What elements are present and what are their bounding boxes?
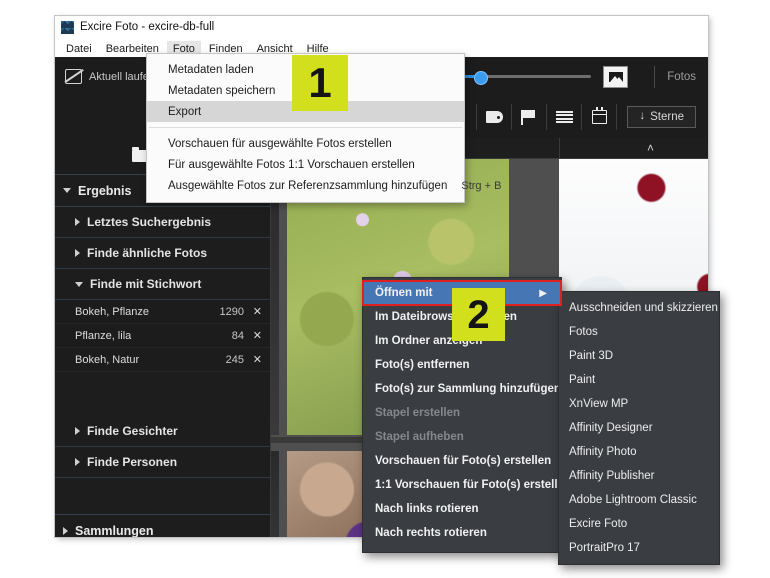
thumbnail-size-button[interactable]: [603, 65, 629, 88]
submenu-item-fotos[interactable]: Fotos: [559, 320, 719, 344]
menu-item-referenzsammlung-hinzufuegen[interactable]: Ausgewählte Fotos zur Referenzsammlung h…: [147, 175, 501, 196]
sidebar-item-letztes-suchergebnis[interactable]: Letztes Suchergebnis: [55, 207, 270, 238]
sidebar-item-label: Letztes Suchergebnis: [87, 215, 212, 229]
sidebar-spacer: [55, 372, 270, 416]
tag-icon: [485, 111, 503, 123]
no-scan-icon: [64, 68, 84, 84]
submenu-item-affinity-photo[interactable]: Affinity Photo: [559, 440, 719, 464]
app-logo-icon: [61, 20, 74, 34]
close-icon[interactable]: ✕: [244, 305, 262, 318]
sidebar-item-label: Finde ähnliche Fotos: [87, 246, 208, 260]
sidebar-item-label: Finde Personen: [87, 455, 178, 469]
chevron-up-icon[interactable]: ˄: [647, 142, 654, 154]
context-item-fotos-entfernen[interactable]: Foto(s) entfernen: [363, 353, 561, 377]
menu-item-1-1-vorschauen-erstellen[interactable]: Für ausgewählte Fotos 1:1 Vorschauen ers…: [147, 154, 464, 175]
calendar-icon: [591, 107, 607, 124]
context-item-zur-sammlung-hinzufuegen[interactable]: Foto(s) zur Sammlung hinzufügen ▶: [363, 377, 568, 401]
keyword-count: 245: [225, 353, 244, 366]
context-item-nach-rechts-rotieren[interactable]: Nach rechts rotieren: [363, 521, 561, 545]
list-icon: [555, 111, 573, 123]
chevron-down-icon: [75, 281, 83, 287]
context-item-nach-links-rotieren[interactable]: Nach links rotieren: [363, 497, 561, 521]
tag-button[interactable]: [477, 96, 511, 138]
open-with-submenu: Ausschneiden und skizzieren Fotos Paint …: [558, 291, 720, 565]
keyword-row[interactable]: Pflanze, lila 84 ✕: [55, 324, 270, 348]
arrow-down-icon: ↓: [639, 110, 646, 123]
submenu-item-portraitpro-17[interactable]: PortraitPro 17: [559, 536, 719, 560]
mountain-image-icon: [608, 71, 623, 82]
sidebar-item-label: Finde mit Stichwort: [90, 277, 202, 291]
flag-button[interactable]: [512, 96, 546, 138]
callout-badge-2: 2: [452, 288, 505, 341]
context-item-label: Foto(s) zur Sammlung hinzufügen: [375, 383, 561, 395]
title-bar: Excire Foto - excire-db-full: [55, 16, 708, 39]
submenu-item-affinity-designer[interactable]: Affinity Designer: [559, 416, 719, 440]
sidebar-section-sammlungen[interactable]: Sammlungen: [55, 514, 270, 537]
submenu-item-ausschneiden-und-skizzieren[interactable]: Ausschneiden und skizzieren: [559, 296, 719, 320]
submenu-item-affinity-publisher[interactable]: Affinity Publisher: [559, 464, 719, 488]
context-item-1-1-vorschauen-erstellen[interactable]: 1:1 Vorschauen für Foto(s) erstellen: [363, 473, 571, 497]
toolbar-divider: [616, 104, 618, 130]
screenshot-root: Excire Foto - excire-db-full Datei Bearb…: [0, 0, 770, 578]
submenu-item-adobe-lightroom-classic[interactable]: Adobe Lightroom Classic: [559, 488, 719, 512]
menu-datei[interactable]: Datei: [60, 41, 98, 57]
callout-badge-1: 1: [292, 55, 348, 111]
list-button[interactable]: [547, 96, 581, 138]
chevron-right-icon: [63, 526, 68, 535]
flag-icon: [521, 110, 537, 125]
keyword-label: Bokeh, Pflanze: [75, 305, 149, 318]
sidebar-item-finde-aehnliche-fotos[interactable]: Finde ähnliche Fotos: [55, 238, 270, 269]
sort-sterne-label: Sterne: [650, 111, 684, 123]
submenu-item-paint[interactable]: Paint: [559, 368, 719, 392]
keyword-row[interactable]: Bokeh, Pflanze 1290 ✕: [55, 300, 270, 324]
submenu-item-excire-foto[interactable]: Excire Foto: [559, 512, 719, 536]
submenu-item-xnview-mp[interactable]: XnView MP: [559, 392, 719, 416]
zoom-slider-knob[interactable]: [474, 70, 489, 85]
window-title: Excire Foto - excire-db-full: [80, 21, 215, 33]
sidebar-item-label: Finde Gesichter: [87, 424, 178, 438]
close-icon[interactable]: ✕: [244, 329, 262, 342]
chevron-right-icon: [75, 458, 80, 466]
menu-item-vorschauen-erstellen[interactable]: Vorschauen für ausgewählte Fotos erstell…: [147, 133, 464, 154]
sort-sterne-button[interactable]: ↓ Sterne: [627, 106, 696, 128]
chevron-down-icon: [63, 188, 71, 193]
menu-item-shortcut: Strg + B: [461, 179, 502, 192]
keyword-count: 1290: [219, 305, 244, 318]
keyword-count: 84: [231, 329, 244, 342]
keyword-label: Pflanze, lila: [75, 329, 132, 342]
context-item-label: Öffnen mit: [375, 287, 433, 299]
context-item-stapel-erstellen: Stapel erstellen: [375, 407, 461, 419]
close-icon[interactable]: ✕: [244, 353, 262, 366]
toolbar-divider: [654, 65, 656, 88]
submenu-arrow-icon: ▶: [539, 287, 547, 299]
mode-label-fotos[interactable]: Fotos: [667, 71, 708, 83]
menu-item-label: Ausgewählte Fotos zur Referenzsammlung h…: [168, 179, 448, 192]
chevron-right-icon: [75, 218, 80, 226]
calendar-button[interactable]: [582, 96, 616, 138]
keyword-row[interactable]: Bokeh, Natur 245 ✕: [55, 348, 270, 372]
sidebar-section-label: Ergebnis: [78, 183, 132, 198]
sidebar-section-label: Sammlungen: [75, 523, 154, 538]
menu-separator: [149, 127, 462, 128]
sidebar-item-finde-gesichter[interactable]: Finde Gesichter: [55, 416, 270, 447]
context-item-vorschauen-erstellen[interactable]: Vorschauen für Foto(s) erstellen: [363, 449, 561, 473]
sidebar-spacer: [55, 478, 270, 514]
chevron-right-icon: [75, 249, 80, 257]
chevron-right-icon: [75, 427, 80, 435]
toolbar-bottom-right: ↓ Sterne: [476, 96, 708, 138]
thumbnail-item[interactable]: [271, 451, 279, 537]
sidebar-item-finde-personen[interactable]: Finde Personen: [55, 447, 270, 478]
submenu-item-paint-3d[interactable]: Paint 3D: [559, 344, 719, 368]
context-item-stapel-aufheben: Stapel aufheben: [375, 431, 464, 443]
toolbar-top-right: Fotos: [441, 57, 708, 96]
keyword-label: Bokeh, Natur: [75, 353, 140, 366]
sidebar-item-finde-mit-stichwort[interactable]: Finde mit Stichwort: [55, 269, 270, 300]
